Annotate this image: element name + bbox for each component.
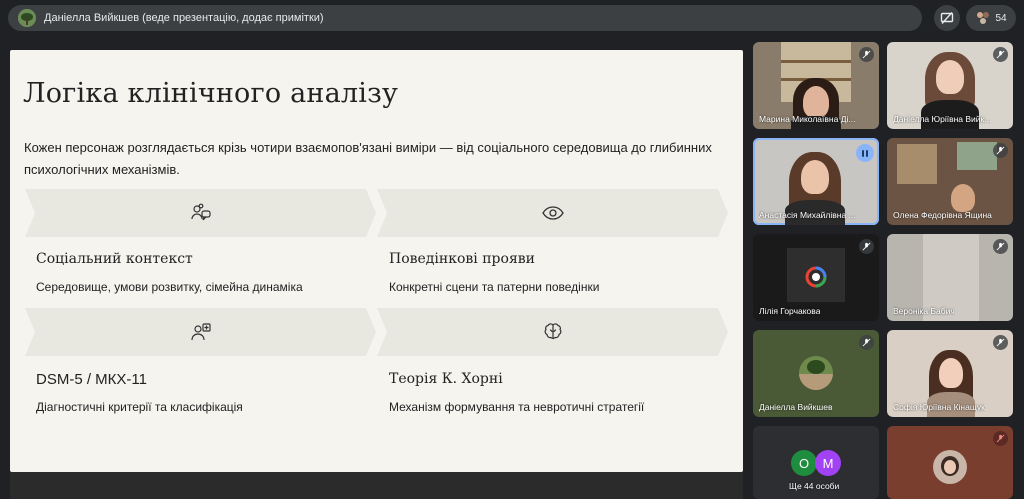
participants-count: 54 bbox=[995, 12, 1007, 24]
room-background bbox=[897, 144, 937, 184]
mic-off-badge bbox=[859, 47, 874, 62]
slide-bottom-strip bbox=[10, 472, 743, 499]
participant-avatar bbox=[933, 450, 967, 484]
overflow-avatar-m: M bbox=[815, 450, 841, 476]
participants-avatars-icon bbox=[977, 12, 990, 24]
mic-off-badge bbox=[993, 143, 1008, 158]
mic-off-badge bbox=[859, 239, 874, 254]
mic-off-badge bbox=[993, 335, 1008, 350]
overflow-avatar-o: О bbox=[791, 450, 817, 476]
more-participants-label: Ще 44 особи bbox=[789, 481, 840, 491]
participant-face bbox=[936, 60, 964, 94]
mic-off-badge bbox=[859, 335, 874, 350]
card-band-theory bbox=[377, 308, 728, 356]
slide-title: Логіка клінічного аналізу bbox=[23, 78, 399, 109]
participant-name: Олена Федорівна Ящина bbox=[893, 210, 992, 220]
mic-off-icon bbox=[996, 338, 1005, 347]
card-text-diagnostics: Діагностичні критерії та класифікація bbox=[36, 400, 243, 414]
participant-tile[interactable]: Вероніка Бабич bbox=[887, 234, 1013, 321]
card-heading-diagnostics: DSM-5 / МКХ-11 bbox=[36, 371, 147, 388]
clinician-icon bbox=[190, 322, 212, 342]
participant-name: Вероніка Бабич bbox=[893, 306, 955, 316]
slide-description: Кожен персонаж розглядається крізь чотир… bbox=[24, 140, 712, 177]
card-band-diagnostics bbox=[25, 308, 376, 356]
participant-tile[interactable]: Олена Федорівна Ящина bbox=[887, 138, 1013, 225]
mic-off-icon bbox=[996, 242, 1005, 251]
participants-button[interactable]: 54 bbox=[966, 5, 1016, 31]
participant-tile[interactable]: Даніелла Юріївна Вийк... bbox=[887, 42, 1013, 129]
participant-face bbox=[801, 160, 829, 194]
mic-off-icon bbox=[996, 50, 1005, 59]
presentation-slide: Логіка клінічного аналізу Кожен персонаж… bbox=[10, 50, 743, 472]
participant-tile[interactable] bbox=[887, 426, 1013, 499]
participant-name: Даніелла Вийкшев bbox=[759, 402, 833, 412]
presenter-avatar bbox=[18, 9, 36, 27]
participant-face bbox=[951, 184, 975, 212]
participant-name: Марина Миколаївна Ді... bbox=[759, 114, 856, 124]
loading-ring-icon bbox=[805, 266, 827, 288]
card-heading-behavior: Поведінкові прояви bbox=[389, 251, 535, 267]
card-heading-social: Соціальний контекст bbox=[36, 251, 193, 267]
shelf bbox=[781, 60, 851, 63]
participant-tile-active-speaker[interactable]: Анастасія Михайлівна ... bbox=[753, 138, 879, 225]
mic-off-icon bbox=[862, 242, 871, 251]
participant-name: Анастасія Михайлівна ... bbox=[759, 210, 856, 220]
participant-name: Даніелла Юріївна Вийк... bbox=[893, 114, 992, 124]
eye-icon bbox=[542, 205, 564, 221]
more-participants-tile[interactable]: О M Ще 44 особи bbox=[753, 426, 879, 499]
participant-tile[interactable]: Лілія Горчакова bbox=[753, 234, 879, 321]
card-text-behavior: Конкретні сцени та патерни поведінки bbox=[389, 280, 600, 294]
tree-icon bbox=[18, 9, 36, 27]
mic-off-icon bbox=[996, 434, 1005, 443]
mic-off-badge bbox=[993, 431, 1008, 446]
meet-window: Даніелла Вийкшев (веде презентацію, дода… bbox=[0, 0, 1024, 499]
participant-tile[interactable]: Софія Юріївна Кінащук bbox=[887, 330, 1013, 417]
avatar-tree bbox=[807, 360, 825, 374]
participant-tile[interactable]: Даніелла Вийкшев bbox=[753, 330, 879, 417]
mic-off-badge bbox=[993, 47, 1008, 62]
participant-name: Софія Юріївна Кінащук bbox=[893, 402, 985, 412]
presenter-bar[interactable]: Даніелла Вийкшев (веде презентацію, дода… bbox=[8, 5, 922, 31]
avatar-face bbox=[944, 460, 956, 474]
participant-avatar bbox=[799, 356, 833, 390]
mic-off-icon bbox=[996, 146, 1005, 155]
card-band-social bbox=[25, 189, 376, 237]
overflow-avatars: О M bbox=[791, 450, 841, 476]
speaking-indicator bbox=[856, 144, 874, 162]
card-band-behavior bbox=[377, 189, 728, 237]
brain-icon bbox=[543, 322, 563, 342]
mic-off-icon bbox=[862, 50, 871, 59]
card-heading-theory: Теорія К. Хорні bbox=[389, 371, 503, 387]
card-text-theory: Механізм формування та невротичні страте… bbox=[389, 400, 645, 414]
mic-off-badge bbox=[993, 239, 1008, 254]
mic-off-icon bbox=[862, 338, 871, 347]
people-chat-icon bbox=[190, 203, 212, 223]
present-off-icon bbox=[940, 12, 954, 24]
card-text-social: Середовище, умови розвитку, сімейна дина… bbox=[36, 280, 303, 294]
window-background bbox=[957, 142, 997, 170]
participant-tile[interactable]: Марина Миколаївна Ді... bbox=[753, 42, 879, 129]
avatar-ground bbox=[799, 374, 833, 390]
stop-presenting-button[interactable] bbox=[934, 5, 960, 31]
participant-name: Лілія Горчакова bbox=[759, 306, 821, 316]
presenter-label: Даніелла Вийкшев (веде презентацію, дода… bbox=[44, 12, 324, 24]
participant-face bbox=[939, 358, 963, 388]
